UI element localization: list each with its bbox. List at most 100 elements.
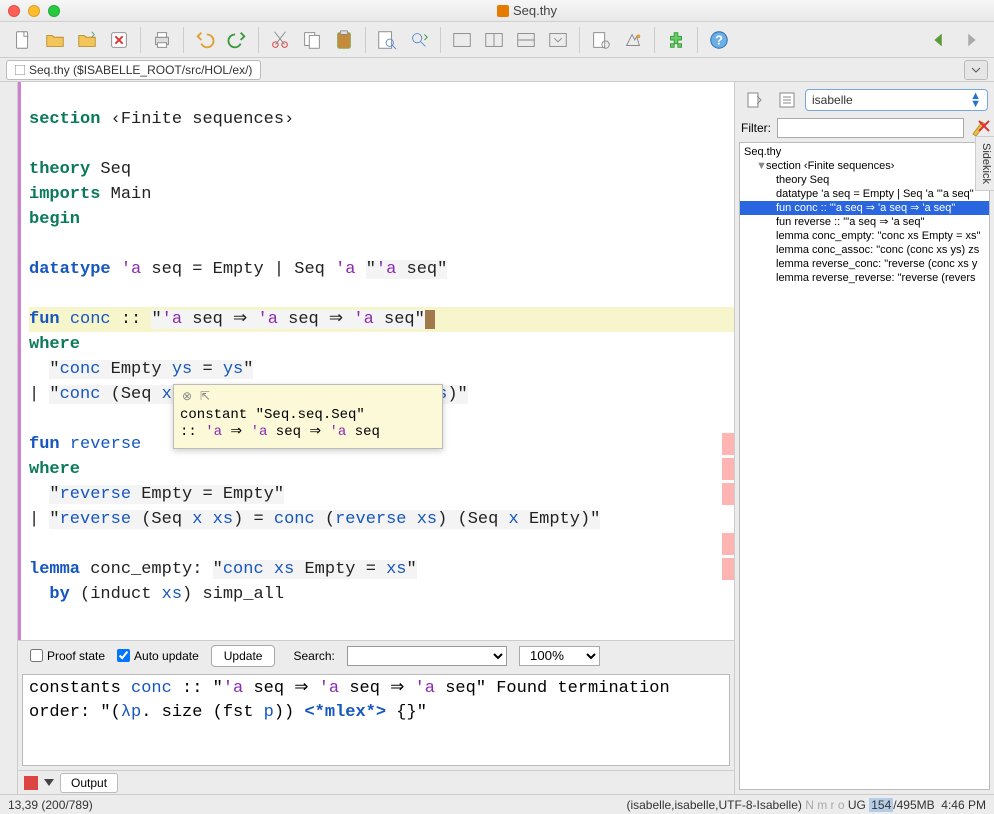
tree-row[interactable]: ▼section ‹Finite sequences› — [740, 159, 989, 173]
unsplit-button[interactable] — [543, 25, 573, 55]
options-button[interactable] — [773, 86, 801, 114]
window-title: Seq.thy — [68, 3, 986, 18]
split-v-button[interactable] — [511, 25, 541, 55]
minimize-window-button[interactable] — [28, 5, 40, 17]
error-marker[interactable] — [722, 533, 734, 555]
error-marker[interactable] — [722, 433, 734, 455]
global-options-button[interactable] — [618, 25, 648, 55]
status-bar: 13,39 (200/789) (isabelle,isabelle,UTF-8… — [0, 794, 994, 814]
search-combobox[interactable] — [347, 646, 507, 666]
tree-row[interactable]: fun reverse :: "'a seq ⇒ 'a seq" — [740, 215, 989, 229]
auto-update-input[interactable] — [117, 649, 130, 662]
eq: "conc Empty ys = ys" — [49, 360, 253, 379]
filter-label: Filter: — [741, 121, 771, 135]
nav-forward-button[interactable] — [956, 25, 986, 55]
tree-row[interactable]: datatype 'a seq = Empty | Seq 'a "'a seq… — [740, 187, 989, 201]
tree-row[interactable]: lemma conc_empty: "conc xs Empty = xs" — [740, 229, 989, 243]
auto-update-checkbox[interactable]: Auto update — [117, 649, 199, 663]
print-button[interactable] — [147, 25, 177, 55]
tooltip-detach-icon[interactable]: ⇱ — [198, 389, 212, 403]
toolbar-separator — [697, 27, 698, 53]
split-h-button[interactable] — [479, 25, 509, 55]
kw-begin: begin — [29, 210, 80, 229]
open-file-button[interactable] — [40, 25, 70, 55]
tv: 'a — [121, 260, 141, 279]
toolbar-separator — [183, 27, 184, 53]
plugin-button[interactable] — [661, 25, 691, 55]
output-tab-bar: Output — [18, 770, 734, 794]
tree-row[interactable]: theory Seq — [740, 173, 989, 187]
paste-button[interactable] — [329, 25, 359, 55]
toolbar-separator — [654, 27, 655, 53]
tree-row[interactable]: lemma reverse_reverse: "reverse (revers — [740, 271, 989, 285]
tooltip-close-icon[interactable]: ⊗ — [180, 389, 194, 403]
titlebar: Seq.thy — [0, 0, 994, 22]
close-tab-icon[interactable] — [15, 65, 25, 75]
buffer-options-button[interactable] — [586, 25, 616, 55]
caps-indicators: N m r o — [802, 798, 848, 812]
proof-state-input[interactable] — [30, 649, 43, 662]
close-pane-button[interactable] — [976, 118, 992, 134]
tree-row-selected[interactable]: fun conc :: "'a seq ⇒ 'a seq ⇒ 'a seq" — [740, 201, 989, 215]
error-indicator-icon[interactable] — [24, 776, 38, 790]
output-panel[interactable]: constants conc :: "'a seq ⇒ 'a seq ⇒ 'a … — [22, 674, 730, 766]
filter-input[interactable] — [777, 118, 964, 138]
kw-fun: fun — [29, 435, 60, 454]
clock: 4:46 PM — [941, 798, 986, 812]
split-new-button[interactable] — [447, 25, 477, 55]
editor-column: section ‹Finite sequences› theory Seq im… — [18, 82, 734, 794]
tooltip-line1: constant "Seq.seq.Seq" — [180, 407, 436, 423]
proof-state-label: Proof state — [47, 649, 105, 663]
find-replace-button[interactable] — [404, 25, 434, 55]
main-area: section ‹Finite sequences› theory Seq im… — [0, 82, 994, 794]
save-file-button[interactable] — [72, 25, 102, 55]
output-toolbar: Proof state Auto update Update Search: 1… — [18, 640, 734, 670]
sidekick-tab[interactable]: Sidekick — [975, 136, 994, 191]
tree-file[interactable]: Seq.thy — [740, 145, 989, 159]
kw-imports: imports — [29, 185, 100, 204]
toolbar-separator — [258, 27, 259, 53]
nav-back-button[interactable] — [924, 25, 954, 55]
error-marker[interactable] — [722, 483, 734, 505]
toolbar-separator — [440, 27, 441, 53]
kw-section: section — [29, 110, 100, 129]
help-button[interactable]: ? — [704, 25, 734, 55]
cursor-pos[interactable]: 13,39 (200/789) — [8, 798, 93, 812]
sig: "'a seq ⇒ 'a seq ⇒ 'a seq" — [151, 310, 424, 329]
editor-viewport[interactable]: section ‹Finite sequences› theory Seq im… — [18, 82, 734, 640]
tree-row[interactable]: lemma conc_assoc: "conc (conc xs ys) zs — [740, 243, 989, 257]
mem-used[interactable]: 154 — [869, 798, 893, 812]
zoom-select[interactable]: 100% — [519, 646, 600, 666]
structure-tree[interactable]: Seq.thy ▼section ‹Finite sequences› theo… — [739, 142, 990, 790]
str: "'a seq" — [366, 260, 448, 279]
undo-button[interactable] — [190, 25, 220, 55]
buffer-tab[interactable]: Seq.thy ($ISABELLE_ROOT/src/HOL/ex/) — [6, 60, 261, 80]
sidekick-toolbar: isabelle ▲▼ — [735, 82, 994, 118]
editor-text[interactable]: section ‹Finite sequences› theory Seq im… — [18, 82, 734, 640]
encoding[interactable]: (isabelle,isabelle,UTF-8-Isabelle) — [626, 798, 801, 812]
mode-select[interactable]: isabelle ▲▼ — [805, 89, 988, 111]
error-marker[interactable] — [722, 458, 734, 480]
redo-button[interactable] — [222, 25, 252, 55]
zoom-window-button[interactable] — [48, 5, 60, 17]
search-label: Search: — [293, 649, 334, 663]
tree-row[interactable]: lemma reverse_conc: "reverse (conc xs y — [740, 257, 989, 271]
output-tab[interactable]: Output — [60, 773, 118, 793]
close-window-button[interactable] — [8, 5, 20, 17]
dropdown-icon[interactable] — [44, 779, 54, 786]
error-marker[interactable] — [722, 558, 734, 580]
buffer-dropdown-button[interactable] — [964, 60, 988, 80]
copy-button[interactable] — [297, 25, 327, 55]
update-button[interactable]: Update — [211, 645, 276, 667]
parse-button[interactable] — [741, 86, 769, 114]
kw-datatype: datatype — [29, 260, 111, 279]
main-toolbar: ? — [0, 22, 994, 58]
proof-state-checkbox[interactable]: Proof state — [30, 649, 105, 663]
stmt: "conc xs Empty = xs" — [213, 560, 417, 579]
find-button[interactable] — [372, 25, 402, 55]
select-arrows-icon: ▲▼ — [970, 92, 981, 108]
new-file-button[interactable] — [8, 25, 38, 55]
cut-button[interactable] — [265, 25, 295, 55]
tooltip-line2: :: 'a ⇒ 'a seq ⇒ 'a seq — [180, 423, 436, 440]
close-file-button[interactable] — [104, 25, 134, 55]
